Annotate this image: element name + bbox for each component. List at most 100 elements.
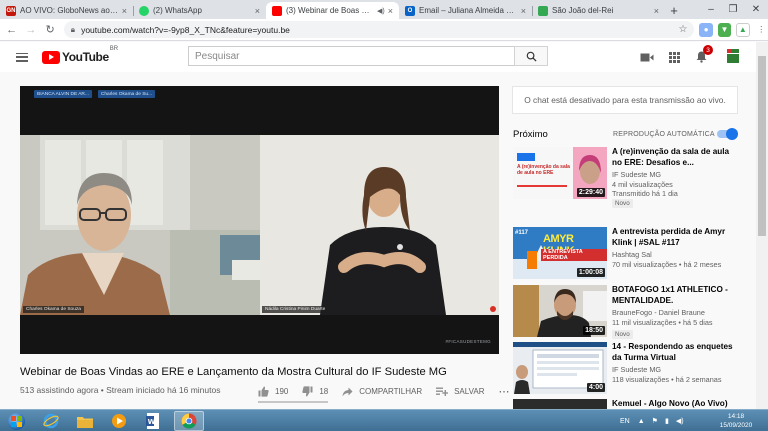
back-button[interactable]: ← [4, 22, 19, 38]
video-thumbnail[interactable]: 4:00 [513, 342, 607, 394]
video-title: Webinar de Boas Vindas ao ERE e Lançamen… [20, 366, 447, 378]
up-next-heading: Próximo [513, 129, 548, 140]
video-age: há 2 meses [683, 260, 722, 269]
video-player[interactable]: BIANCA ALVIN DE AR... Charles Okama de S… [20, 86, 499, 354]
dislike-button[interactable]: 18 [302, 386, 328, 397]
profile-icon[interactable]: ▲ [736, 22, 750, 37]
recommendation-item[interactable]: A (re)invenção da sala de aula no ERE 2:… [513, 147, 743, 208]
video-age: Transmitido há 1 dia [612, 189, 678, 198]
show-hidden-icons-icon[interactable]: ▲ [638, 418, 645, 425]
recommendation-stats: 70 mil visualizações • há 2 meses [612, 260, 722, 269]
browser-tab-sao-joao[interactable]: São João del-Rei × [532, 2, 665, 19]
recommendation-title[interactable]: 14 - Respondendo as enquetes da Turma Vi… [612, 342, 740, 363]
recommendation-title[interactable]: BOTAFOGO 1x1 ATHLETICO - MENTALIDADE. [612, 285, 740, 306]
volume-icon[interactable]: ◀) [676, 417, 684, 425]
maximize-button[interactable]: ❐ [722, 0, 744, 19]
flag-icon[interactable]: ⚑ [652, 417, 658, 425]
close-icon[interactable]: × [388, 6, 393, 16]
share-button[interactable]: COMPARTILHAR [342, 387, 422, 397]
menu-kebab-icon[interactable]: ⋮ [755, 23, 768, 37]
recommendation-title[interactable]: A entrevista perdida de Amyr Klink | #SA… [612, 227, 740, 248]
new-tab-button[interactable]: + [665, 2, 683, 19]
speaker-icon[interactable]: ◀) [377, 7, 385, 15]
notifications-bell-icon[interactable]: 3 [693, 45, 713, 65]
recommendation-stats: 118 visualizações • há 2 semanas [612, 375, 722, 384]
thumbnail-number: #117 [515, 230, 529, 236]
extension-icon[interactable]: ● [699, 22, 713, 37]
search-button[interactable] [514, 46, 548, 66]
recommendation-title[interactable]: A (re)invenção da sala de aula no ERE: D… [612, 147, 740, 168]
video-thumbnail[interactable]: A (re)invenção da sala de aula no ERE 2:… [513, 147, 607, 199]
file-explorer-icon[interactable] [70, 411, 100, 431]
recommendation-item[interactable]: 18:50 BOTAFOGO 1x1 ATHLETICO - MENTALIDA… [513, 285, 743, 339]
close-icon[interactable]: × [122, 6, 127, 16]
page-scrollbar[interactable] [756, 42, 768, 409]
address-bar[interactable]: 🔒︎ youtube.com/watch?v=-9yp8_X_TNc&featu… [63, 21, 695, 38]
url-text: youtube.com/watch?v=-9yp8_X_TNc&feature=… [81, 24, 290, 35]
recommendation-title[interactable]: Kemuel - Algo Novo (Ao Vivo) [612, 399, 740, 409]
recommendation-channel[interactable]: BrauneFogo - Daniel Braune [612, 308, 705, 317]
view-count: 11 mil visualizações [612, 318, 677, 327]
network-icon[interactable]: ▮ [665, 417, 669, 425]
account-avatar[interactable] [724, 47, 742, 65]
forward-button[interactable]: → [23, 22, 38, 38]
video-thumbnail[interactable] [513, 399, 607, 409]
save-button[interactable]: SALVAR [436, 387, 484, 396]
close-icon[interactable]: × [521, 6, 526, 16]
recommendation-item[interactable]: #117 AMYR KLINK A ENTREVISTA PERDIDA 1:0… [513, 227, 743, 281]
region-code: BR [109, 46, 119, 52]
browser-tab-youtube[interactable]: (3) Webinar de Boas Vindas ◀) × [266, 2, 399, 19]
youtube-masthead: YouTube BR 3 [0, 42, 756, 72]
thumbs-down-icon [302, 386, 313, 397]
video-thumbnail[interactable]: #117 AMYR KLINK A ENTREVISTA PERDIDA 1:0… [513, 227, 607, 279]
minimize-button[interactable]: – [700, 0, 722, 19]
video-actions: 190 18 COMPARTILHAR SALVAR ⋯ [258, 385, 524, 398]
recommendation-channel[interactable]: IF Sudeste MG [612, 170, 661, 179]
system-clock[interactable]: 14:18 15/09/2020 [712, 412, 760, 430]
recommendation-item[interactable]: 4:00 14 - Respondendo as enquetes da Tur… [513, 342, 743, 396]
recommendation-channel[interactable]: Hashtag Sal [612, 250, 652, 259]
start-button[interactable] [2, 411, 30, 431]
more-actions-button[interactable]: ⋯ [498, 385, 510, 398]
video-thumbnail[interactable]: 18:50 [513, 285, 607, 337]
internet-explorer-icon[interactable] [36, 411, 66, 431]
recommendation-channel[interactable]: IF Sudeste MG [612, 365, 661, 374]
word-document-icon[interactable]: W [138, 411, 168, 431]
share-label: COMPARTILHAR [359, 387, 423, 396]
apps-grid-icon[interactable] [666, 49, 682, 65]
view-count: 118 visualizações [612, 375, 670, 384]
reload-button[interactable]: ↻ [43, 22, 58, 38]
tab-title: São João del-Rei [552, 6, 614, 15]
media-player-icon[interactable] [104, 411, 134, 431]
menu-icon[interactable] [16, 52, 28, 62]
recommendation-item[interactable]: Kemuel - Algo Novo (Ao Vivo) [513, 399, 743, 409]
video-duration: 4:00 [586, 383, 605, 392]
browser-tab-globonews[interactable]: GN AO VIVO: GloboNews ao vivo | G × [0, 2, 133, 19]
scrollbar-thumb[interactable] [758, 56, 766, 236]
bookmark-star-icon[interactable]: ☆ [678, 24, 687, 35]
interpreter-video-right: Nádila Cristina Pinim Duarte [260, 135, 499, 315]
new-badge: Novo [612, 330, 633, 339]
windows-logo-icon [7, 412, 25, 430]
browser-tab-outlook[interactable]: O Email – Juliana Almeida – Outlo × [399, 2, 532, 19]
close-icon[interactable]: × [255, 6, 260, 16]
thumbnail-subcaption: A ENTREVISTA PERDIDA [541, 249, 607, 261]
sign-language-interpreter-image [260, 135, 499, 315]
search-input[interactable] [188, 46, 514, 66]
close-icon[interactable]: × [654, 6, 659, 16]
like-button[interactable]: 190 [258, 386, 288, 397]
browser-tab-whatsapp[interactable]: (2) WhatsApp × [133, 2, 266, 19]
youtube-wordmark: YouTube [62, 50, 109, 64]
participant-chip: Charles Okama de Su... [97, 90, 156, 98]
like-count: 190 [275, 387, 289, 396]
tab-title: (2) WhatsApp [153, 6, 202, 15]
autoplay-toggle[interactable] [717, 128, 738, 140]
translate-extension-icon[interactable]: ▼ [717, 22, 732, 37]
chrome-icon[interactable] [174, 411, 204, 431]
notification-count-badge: 3 [703, 45, 713, 55]
youtube-logo[interactable]: YouTube BR [42, 46, 118, 64]
create-video-icon[interactable] [639, 49, 655, 65]
language-indicator[interactable]: EN [620, 418, 630, 425]
svg-text:W: W [148, 418, 156, 426]
close-window-button[interactable]: ✕ [745, 0, 767, 19]
